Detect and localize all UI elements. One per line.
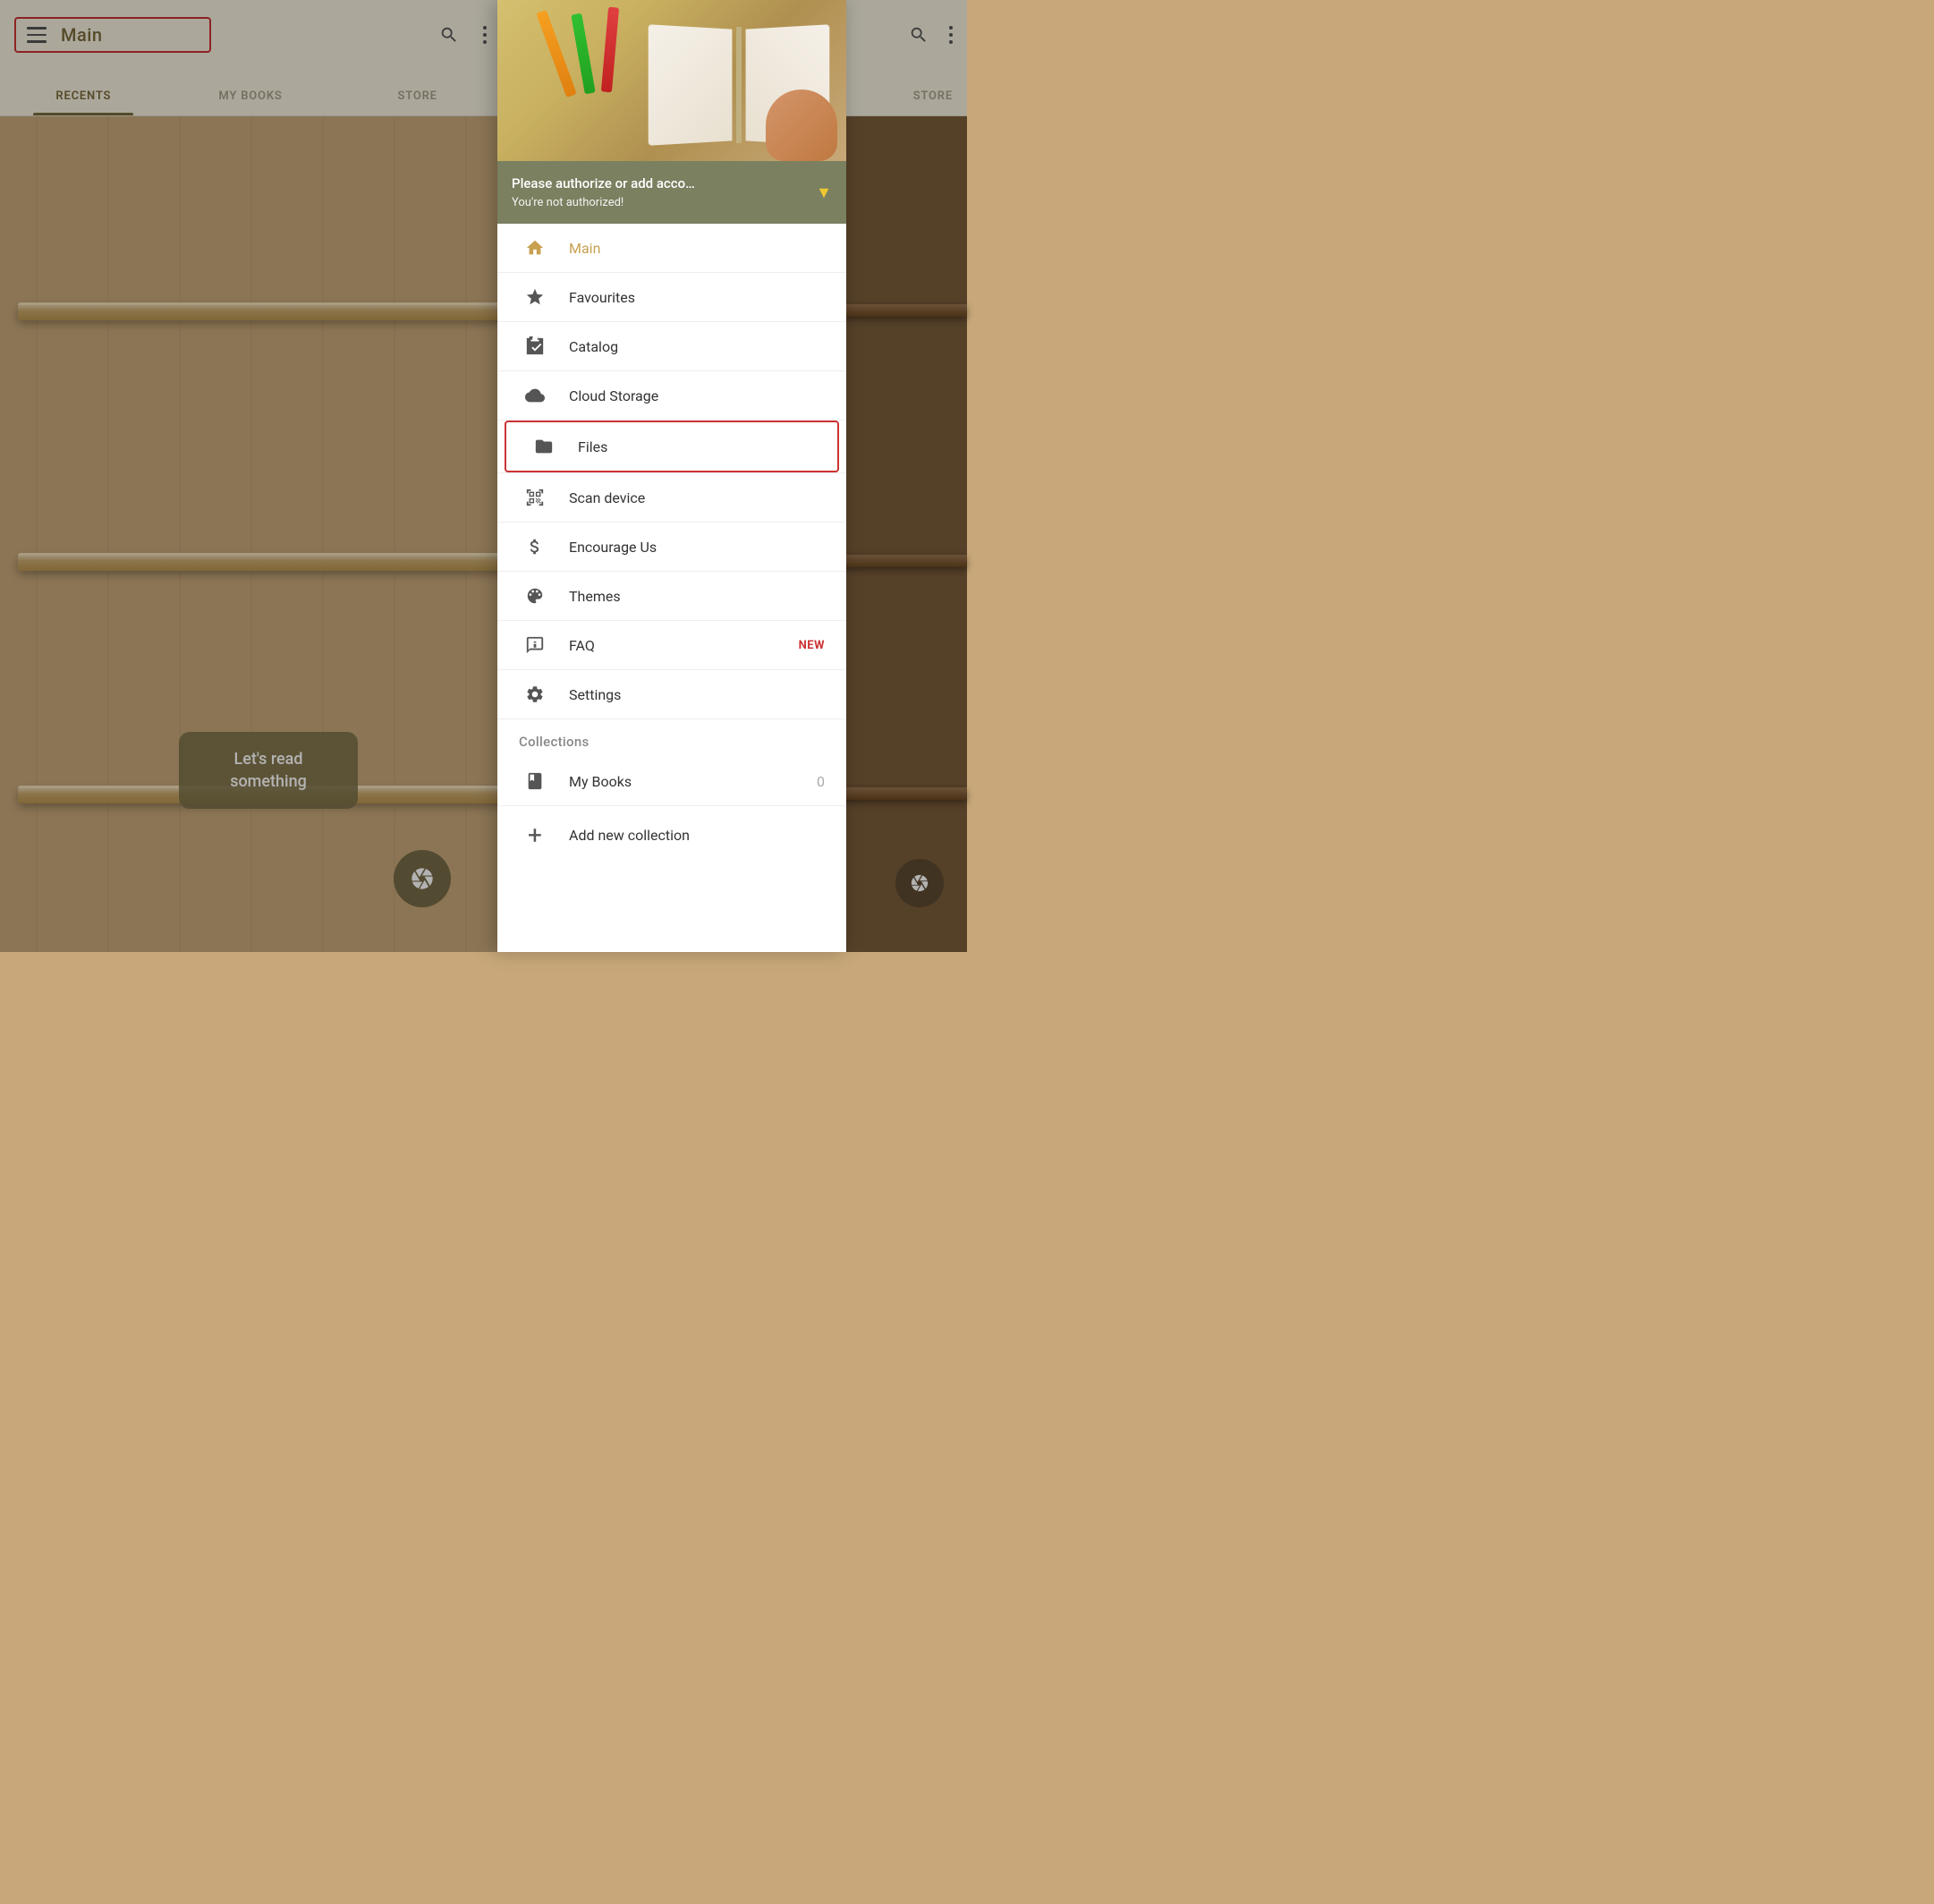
- menu-label-cloud-storage: Cloud Storage: [569, 387, 658, 404]
- menu-label-themes: Themes: [569, 588, 621, 605]
- drawer-panel: Please authorize or add acco… You're not…: [497, 0, 846, 952]
- menu-label-add-collection: Add new collection: [569, 827, 690, 844]
- book-left-page: [649, 24, 733, 146]
- menu-label-files: Files: [578, 438, 607, 455]
- menu-item-favourites[interactable]: Favourites: [497, 273, 846, 321]
- menu-item-scan-device[interactable]: Scan device: [497, 473, 846, 522]
- palette-icon: [519, 586, 551, 606]
- scan-icon: [519, 488, 551, 507]
- auth-line1: Please authorize or add acco…: [512, 174, 695, 194]
- menu-label-main: Main: [569, 240, 600, 257]
- menu-item-faq[interactable]: FAQ NEW: [497, 621, 846, 669]
- star-icon: [519, 287, 551, 307]
- cloud-icon: [519, 386, 551, 405]
- catalog-icon: [519, 336, 551, 356]
- folder-icon: [528, 437, 560, 456]
- pencil-red: [601, 7, 619, 93]
- pencil-orange: [536, 10, 576, 98]
- menu-item-cloud-storage[interactable]: Cloud Storage: [497, 371, 846, 420]
- menu-item-add-collection[interactable]: + Add new collection: [497, 806, 846, 864]
- menu-label-encourage-us: Encourage Us: [569, 539, 657, 556]
- menu-label-settings: Settings: [569, 686, 621, 703]
- menu-item-settings[interactable]: Settings: [497, 670, 846, 718]
- menu-label-scan-device: Scan device: [569, 489, 645, 506]
- menu-item-encourage-us[interactable]: Encourage Us: [497, 523, 846, 571]
- menu-item-catalog[interactable]: Catalog: [497, 322, 846, 370]
- menu-label-catalog: Catalog: [569, 338, 618, 355]
- drawer-header: [497, 0, 846, 161]
- dollar-icon: [519, 537, 551, 557]
- settings-icon: [519, 684, 551, 704]
- add-icon: +: [519, 820, 551, 850]
- menu-label-faq: FAQ: [569, 637, 595, 654]
- auth-dropdown-arrow[interactable]: ▼: [816, 183, 832, 202]
- auth-line2: You're not authorized!: [512, 194, 695, 212]
- menu-item-main[interactable]: Main: [497, 224, 846, 272]
- my-books-count: 0: [817, 773, 825, 790]
- faq-badge: NEW: [799, 639, 825, 652]
- menu-item-files[interactable]: Files: [505, 421, 839, 472]
- book-spine: [736, 27, 742, 143]
- hand-element: [766, 89, 837, 161]
- home-icon: [519, 238, 551, 258]
- collections-section-header: Collections: [497, 719, 846, 757]
- pencil-green: [571, 13, 595, 95]
- menu-label-favourites: Favourites: [569, 289, 635, 306]
- menu-label-my-books: My Books: [569, 773, 632, 790]
- book-icon: [519, 771, 551, 791]
- book-illustration: [497, 0, 846, 161]
- auth-notification-bar[interactable]: Please authorize or add acco… You're not…: [497, 161, 846, 224]
- auth-text: Please authorize or add acco… You're not…: [512, 174, 695, 211]
- faq-icon: [519, 635, 551, 655]
- menu-item-my-books[interactable]: My Books 0: [497, 757, 846, 805]
- drawer-menu: Main Favourites Catalog Cloud Storage: [497, 224, 846, 952]
- menu-item-themes[interactable]: Themes: [497, 572, 846, 620]
